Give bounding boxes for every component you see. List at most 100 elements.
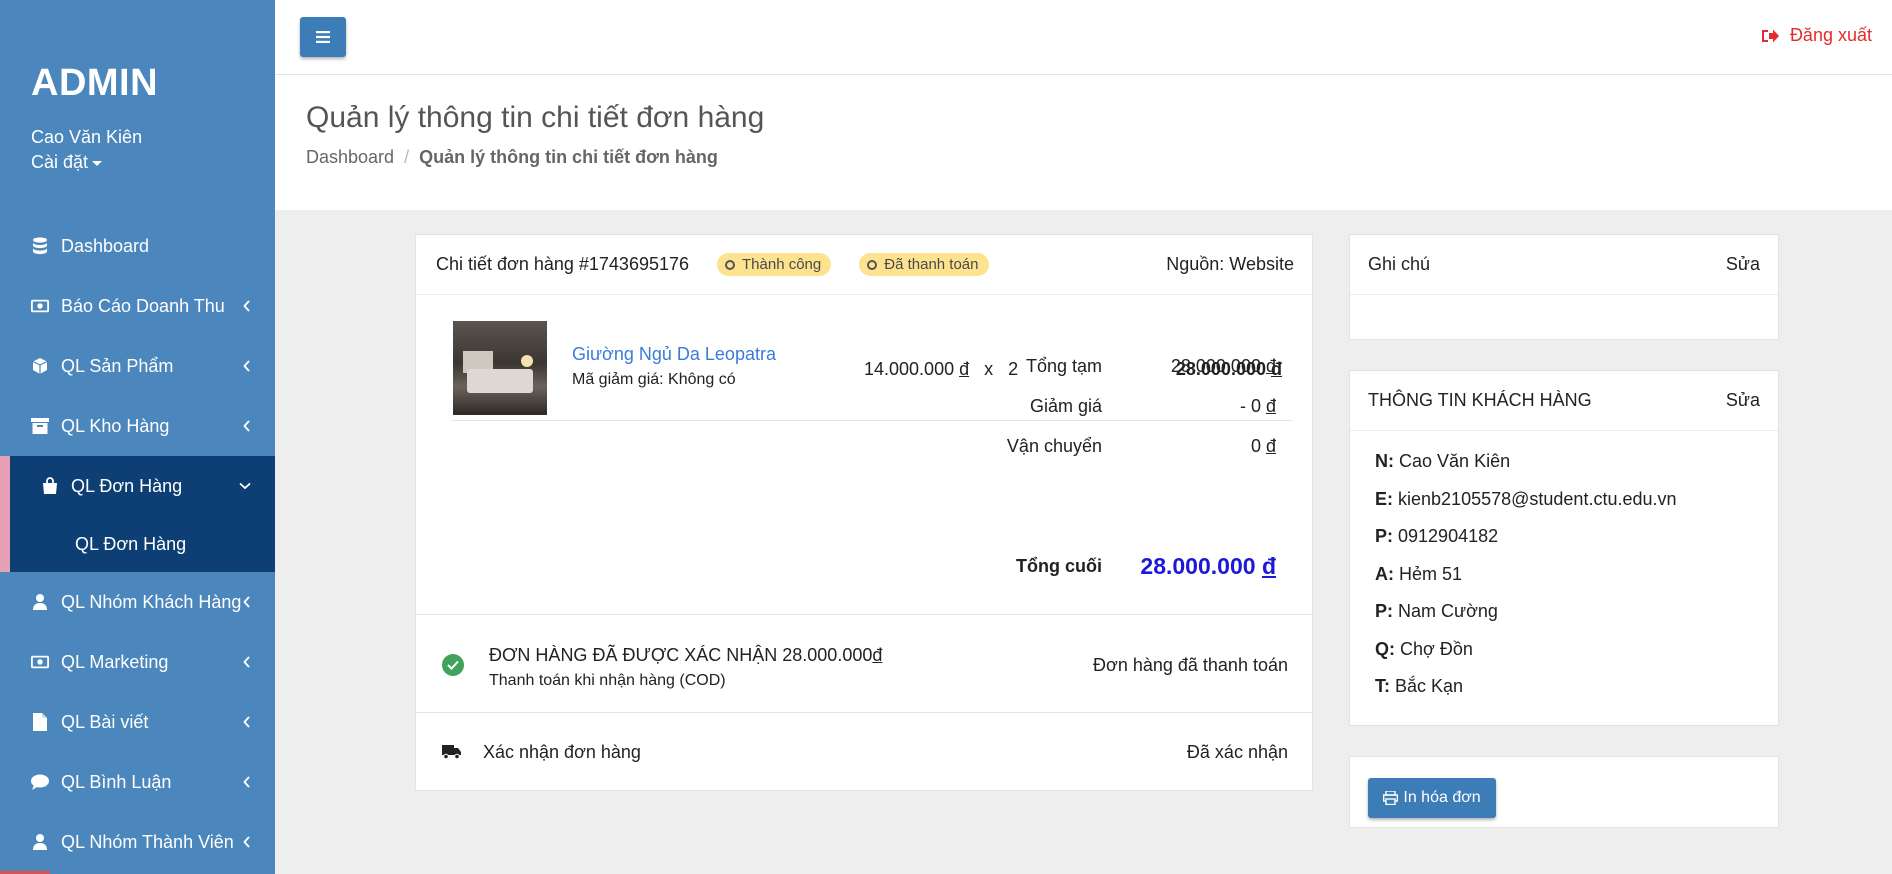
status-badge: Thành công — [717, 253, 832, 276]
chevron-left-icon — [243, 836, 250, 848]
sidebar-item-label: QL Đơn Hàng — [71, 475, 183, 496]
order-source: Nguồn: Website — [1166, 254, 1294, 274]
sidebar-item-ql-nhom-khach-hang[interactable]: QL Nhóm Khách Hàng — [0, 572, 275, 632]
chevron-left-icon — [243, 300, 250, 312]
cube-icon — [31, 357, 49, 375]
logout-button[interactable]: Đăng xuất — [1761, 25, 1872, 46]
breadcrumb-dashboard-link[interactable]: Dashboard — [306, 147, 394, 167]
shipping-title: Xác nhận đơn hàng — [483, 742, 641, 762]
sidebar: ADMIN Cao Văn Kiên Cài đặt Dashboard Báo… — [0, 0, 275, 874]
payment-method: Thanh toán khi nhận hàng (COD) — [489, 672, 726, 689]
page-title: Quản lý thông tin chi tiết đơn hàng — [306, 101, 765, 134]
brand-logo: ADMIN — [31, 62, 159, 104]
print-invoice-button[interactable]: In hóa đơn — [1368, 778, 1496, 818]
sidebar-item-ql-nhom-thanh-vien[interactable]: QL Nhóm Thành Viên — [0, 812, 275, 872]
sidebar-item-bao-cao-doanh-thu[interactable]: Báo Cáo Doanh Thu — [0, 276, 275, 336]
breadcrumb-current: Quản lý thông tin chi tiết đơn hàng — [419, 147, 718, 167]
shipping-row: Xác nhận đơn hàng Đã xác nhận — [416, 712, 1312, 792]
archive-icon — [31, 417, 49, 435]
summary-discount: Giảm giá - 0 đ — [912, 396, 1312, 426]
summary-label: Giảm giá — [1029, 396, 1102, 416]
note-card-header: Ghi chú Sửa — [1350, 235, 1778, 295]
customer-title: THÔNG TIN KHÁCH HÀNG — [1368, 390, 1592, 410]
customer-info-card: THÔNG TIN KHÁCH HÀNG Sửa N: Cao Văn Kiên… — [1349, 370, 1779, 726]
sidebar-item-ql-kho-hang[interactable]: QL Kho Hàng — [0, 396, 275, 456]
note-card: Ghi chú Sửa — [1349, 234, 1779, 340]
sidebar-item-ql-marketing[interactable]: QL Marketing — [0, 632, 275, 692]
money-icon — [31, 297, 49, 315]
confirmation-title: ĐƠN HÀNG ĐÃ ĐƯỢC XÁC NHẬN 28.000.000đ — [489, 645, 883, 665]
topbar: Đăng xuất — [275, 0, 1892, 75]
customer-card-header: THÔNG TIN KHÁCH HÀNG Sửa — [1350, 371, 1778, 431]
sidebar-item-label: QL Kho Hàng — [61, 415, 170, 436]
chevron-left-icon — [243, 776, 250, 788]
edit-note-link[interactable]: Sửa — [1726, 254, 1760, 275]
summary-label: Vận chuyển — [1006, 436, 1102, 456]
sidebar-item-label: QL Nhóm Thành Viên — [61, 831, 234, 852]
summary-value: - 0 đ — [1239, 396, 1276, 416]
breadcrumb: Dashboard / Quản lý thông tin chi tiết đơn… — [306, 147, 718, 168]
sidebar-item-ql-bai-viet[interactable]: QL Bài viết — [0, 692, 275, 752]
product-thumbnail — [453, 321, 547, 415]
circle-icon — [725, 259, 736, 270]
caret-down-icon — [92, 160, 103, 166]
sidebar-item-ql-binh-luan[interactable]: QL Bình Luận — [0, 752, 275, 812]
database-icon — [31, 237, 49, 255]
customer-district: Q: Chợ Đồn — [1375, 638, 1473, 659]
user-icon — [31, 833, 49, 851]
sidebar-toggle-button[interactable] — [300, 17, 346, 57]
sidebar-item-label: QL Nhóm Khách Hàng — [61, 591, 242, 612]
summary-shipping: Vận chuyển 0 đ — [912, 436, 1312, 466]
customer-name: N: Cao Văn Kiên — [1375, 451, 1511, 471]
summary-subtotal: Tổng tạm 28.000.000 đ — [912, 356, 1312, 386]
user-name: Cao Văn Kiên — [31, 127, 143, 147]
sidebar-item-dashboard[interactable]: Dashboard — [0, 216, 275, 276]
sidebar-item-label: Dashboard — [61, 235, 150, 256]
sidebar-item-label: Báo Cáo Doanh Thu — [61, 295, 225, 316]
payment-badge: Đã thanh toán — [859, 253, 989, 276]
sidebar-subitem-label: QL Đơn Hàng — [75, 533, 187, 554]
summary-value: 28.000.000 đ — [1170, 356, 1276, 376]
customer-fields: N: Cao Văn Kiên E: kienb2105578@student.… — [1350, 431, 1778, 706]
order-title: Chi tiết đơn hàng #1743695176 — [436, 254, 690, 274]
chevron-left-icon — [243, 656, 250, 668]
sidebar-item-ql-san-pham[interactable]: QL Sản Phẩm — [0, 336, 275, 396]
settings-label: Cài đặt — [31, 152, 89, 172]
payment-badge-label: Đã thanh toán — [884, 256, 979, 273]
truck-icon — [442, 745, 461, 759]
customer-phone: P: 0912904182 — [1375, 526, 1499, 546]
product-coupon: Mã giảm giá: Không có — [572, 371, 736, 388]
file-icon — [31, 713, 49, 731]
final-total-value: 28.000.000 đ — [1140, 553, 1276, 579]
note-title: Ghi chú — [1368, 254, 1431, 274]
check-circle-icon — [442, 654, 464, 676]
sidebar-item-ql-don-hang[interactable]: QL Đơn Hàng — [0, 456, 275, 516]
sidebar-item-label: QL Sản Phẩm — [61, 355, 174, 376]
sidebar-item-label: QL Bài viết — [61, 711, 149, 732]
customer-province: T: Bắc Kạn — [1375, 676, 1464, 696]
print-icon — [1383, 791, 1399, 805]
print-invoice-label: In hóa đơn — [1403, 789, 1481, 806]
circle-icon — [867, 259, 878, 270]
customer-ward: P: Nam Cường — [1375, 601, 1498, 621]
product-name-link[interactable]: Giường Ngủ Da Leopatra — [572, 344, 776, 365]
sign-out-icon — [1761, 29, 1779, 42]
status-badge-label: Thành công — [742, 256, 822, 273]
money-icon — [31, 653, 49, 671]
shopping-bag-icon — [41, 477, 59, 495]
summary-label: Tổng tạm — [1025, 356, 1102, 376]
order-card-header: Chi tiết đơn hàng #1743695176 Thành công… — [416, 235, 1312, 295]
order-confirmation-row: ĐƠN HÀNG ĐÃ ĐƯỢC XÁC NHẬN 28.000.000đ Th… — [416, 614, 1312, 712]
order-detail-card: Chi tiết đơn hàng #1743695176 Thành công… — [415, 234, 1313, 791]
settings-dropdown[interactable]: Cài đặt — [31, 152, 103, 173]
edit-customer-link[interactable]: Sửa — [1726, 390, 1760, 411]
summary-final-total: Tổng cuối 28.000.000 đ — [912, 553, 1312, 586]
sidebar-menu: Dashboard Báo Cáo Doanh Thu QL Sản Phẩm … — [0, 216, 275, 872]
shipping-status: Đã xác nhận — [1186, 742, 1288, 762]
user-icon — [31, 593, 49, 611]
sidebar-subitem-ql-don-hang[interactable]: QL Đơn Hàng — [0, 516, 275, 572]
payment-status: Đơn hàng đã thanh toán — [1093, 655, 1288, 675]
comment-icon — [31, 773, 49, 791]
summary-value: 0 đ — [1250, 436, 1276, 456]
customer-address: A: Hẻm 51 — [1375, 563, 1463, 584]
